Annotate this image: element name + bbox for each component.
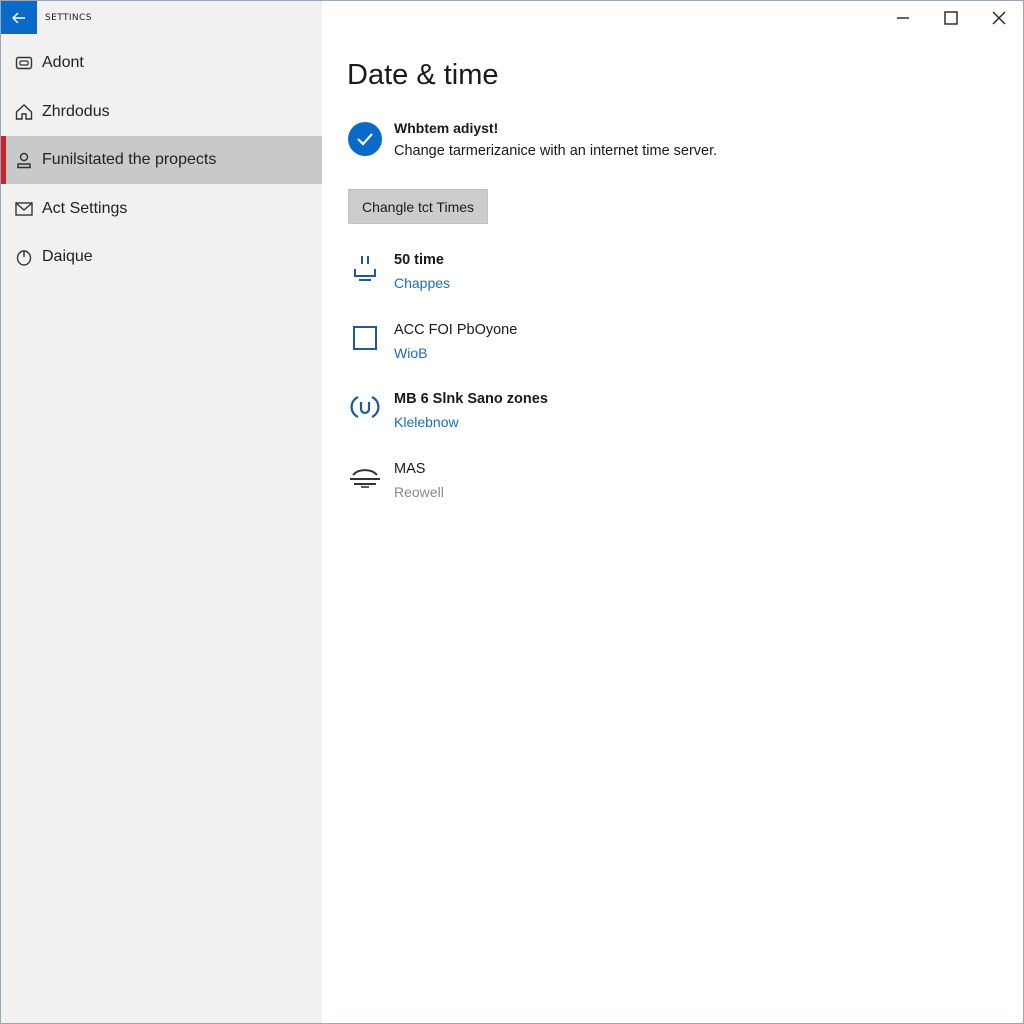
- sidebar-item-adont[interactable]: Adont: [1, 39, 322, 87]
- wifi-icon: [348, 460, 382, 494]
- close-icon: [992, 11, 1006, 24]
- setting-title: 50 time: [394, 252, 444, 268]
- maximize-icon: [944, 10, 958, 25]
- maximize-button[interactable]: [927, 1, 975, 34]
- sync-status: Whbtem adiyst! Change tarmerizanice with…: [348, 119, 717, 159]
- status-title: Whbtem adiyst!: [394, 120, 499, 136]
- status-description: Change tarmerizanice with an internet ti…: [394, 143, 718, 159]
- title-bar: SETTINCS: [1, 1, 322, 34]
- setting-row-mas[interactable]: MAS Reowell: [348, 456, 948, 526]
- square-icon: [348, 321, 382, 355]
- change-time-button[interactable]: Changle tct Times: [348, 189, 488, 224]
- setting-title: MB 6 Slnk Sano zones: [394, 391, 548, 407]
- setting-subtitle-link[interactable]: WioB: [394, 345, 517, 361]
- sync-icon: [348, 390, 382, 424]
- setting-title: ACC FOI PbOyone: [394, 321, 518, 338]
- person-icon: [15, 151, 33, 169]
- sidebar-item-label: Funilsitated the propects: [42, 151, 217, 169]
- power-icon: [15, 248, 33, 267]
- settings-list: 50 time Chappes ACC FOI PbOyone WioB MB …: [348, 247, 948, 525]
- settings-window: SETTINCS Adont Zhrdodus Funilsitated the…: [0, 0, 1024, 1024]
- sidebar: SETTINCS Adont Zhrdodus Funilsitated the…: [1, 1, 322, 1023]
- plug-icon: [348, 251, 382, 285]
- app-title: SETTINCS: [45, 13, 92, 23]
- sidebar-item-label: Adont: [42, 54, 84, 71]
- minimize-icon: [897, 16, 909, 19]
- setting-subtitle-link[interactable]: Klelebnow: [394, 414, 548, 430]
- sidebar-item-daique[interactable]: Daique: [1, 233, 322, 281]
- setting-subtitle: Reowell: [394, 483, 444, 500]
- account-icon: [15, 54, 33, 72]
- window-controls: [879, 1, 1023, 34]
- sidebar-item-zhrdodus[interactable]: Zhrdodus: [1, 88, 322, 136]
- home-icon: [15, 103, 33, 121]
- page-title: Date & time: [347, 59, 499, 91]
- setting-row-sync-zones[interactable]: MB 6 Slnk Sano zones Klelebnow: [348, 386, 948, 456]
- close-button[interactable]: [975, 1, 1023, 34]
- sidebar-item-label: Daique: [42, 248, 93, 266]
- checkmark-icon: [348, 122, 382, 156]
- back-button[interactable]: [1, 1, 37, 34]
- sidebar-item-label: Act Settings: [42, 199, 128, 217]
- sidebar-item-label: Zhrdodus: [42, 102, 110, 120]
- setting-subtitle-link[interactable]: Chappes: [394, 275, 450, 291]
- setting-title: MAS: [394, 460, 426, 477]
- minimize-button[interactable]: [879, 1, 927, 34]
- sidebar-item-act-settings[interactable]: Act Settings: [1, 185, 322, 233]
- setting-row-time[interactable]: 50 time Chappes: [348, 247, 948, 317]
- setting-row-timezone[interactable]: ACC FOI PbOyone WioB: [348, 317, 948, 387]
- back-arrow-icon: [12, 11, 25, 24]
- sidebar-item-funilsitated[interactable]: Funilsitated the propects: [1, 136, 322, 185]
- mail-icon: [15, 200, 33, 218]
- main-content: Date & time Whbtem adiyst! Change tarmer…: [322, 1, 1023, 1023]
- sidebar-nav: Adont Zhrdodus Funilsitated the propects…: [1, 39, 322, 282]
